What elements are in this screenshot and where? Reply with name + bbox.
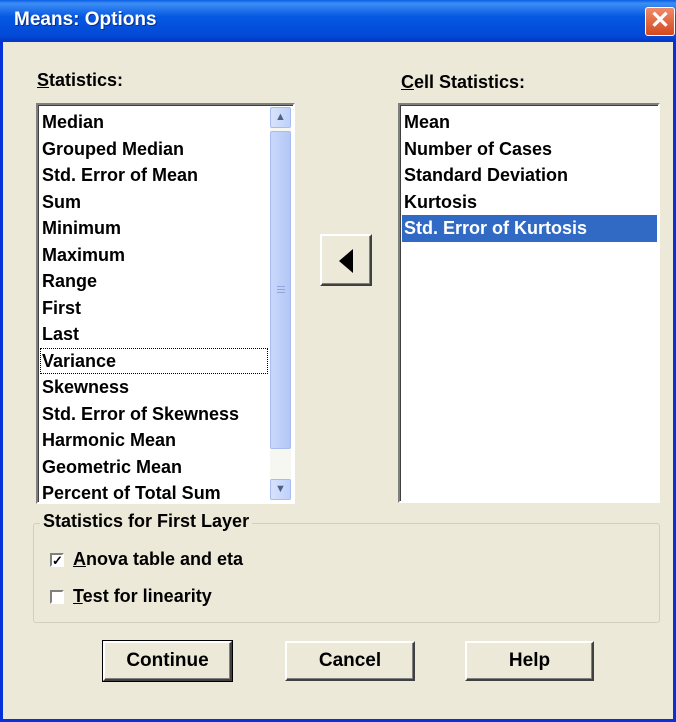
list-item[interactable]: Harmonic Mean <box>40 427 268 454</box>
group-legend: Statistics for First Layer <box>40 511 253 532</box>
anova-checkbox-row[interactable]: ✓ Anova table and eta <box>50 549 243 570</box>
list-item[interactable]: Minimum <box>40 215 268 242</box>
list-item[interactable]: Std. Error of Skewness <box>40 401 268 428</box>
chevron-up-icon: ▲ <box>275 111 286 123</box>
title-bar[interactable]: Means: Options ✕ <box>0 0 676 42</box>
list-item[interactable]: Range <box>40 268 268 295</box>
cell-statistics-label: Cell Statistics: <box>401 72 526 92</box>
list-item[interactable]: Maximum <box>40 242 268 269</box>
close-button[interactable]: ✕ <box>645 7 675 36</box>
list-item[interactable]: Last <box>40 321 268 348</box>
close-icon: ✕ <box>649 7 671 34</box>
cell-statistics-list[interactable]: Mean Number of Cases Standard Deviation … <box>398 103 660 503</box>
list-item-focused[interactable]: Variance <box>40 347 268 374</box>
list-item[interactable]: Std. Error of Mean <box>40 162 268 189</box>
list-item[interactable]: Standard Deviation <box>402 162 657 189</box>
cancel-button[interactable]: Cancel <box>285 641 415 681</box>
linearity-checkbox[interactable] <box>50 589 64 604</box>
list-item[interactable]: Median <box>40 109 268 136</box>
dialog-window: Means: Options ✕ Statistics: Median Grou… <box>0 0 676 722</box>
scroll-up-button[interactable]: ▲ <box>270 107 291 128</box>
continue-button[interactable]: Continue <box>102 640 233 682</box>
list-item[interactable]: Sum <box>40 189 268 216</box>
list-item[interactable]: Skewness <box>40 374 268 401</box>
statistics-list[interactable]: Median Grouped Median Std. Error of Mean… <box>36 103 295 504</box>
anova-label: Anova table and eta <box>73 549 244 569</box>
statistics-label: Statistics: <box>37 70 124 90</box>
list-item[interactable]: Number of Cases <box>402 136 657 163</box>
first-layer-group: Statistics for First Layer ✓ Anova table… <box>33 511 660 623</box>
list-item-selected[interactable]: Std. Error of Kurtosis <box>402 215 657 242</box>
list-item[interactable]: Geometric Mean <box>40 454 268 481</box>
vertical-scrollbar[interactable]: ▲ ▼ <box>270 107 291 500</box>
list-item[interactable]: Mean <box>402 109 657 136</box>
left-arrow-icon <box>339 249 353 273</box>
anova-checkbox[interactable]: ✓ <box>50 552 64 568</box>
list-item[interactable]: Grouped Median <box>40 136 268 163</box>
window-title: Means: Options <box>14 9 157 30</box>
list-item[interactable]: Kurtosis <box>402 189 657 216</box>
list-item[interactable]: First <box>40 295 268 322</box>
checkmark-icon: ✓ <box>52 552 63 568</box>
move-left-button[interactable] <box>320 234 372 286</box>
help-button[interactable]: Help <box>465 641 594 681</box>
linearity-checkbox-row[interactable]: Test for linearity <box>50 586 212 607</box>
list-item[interactable]: Percent of Total Sum <box>40 480 268 507</box>
chevron-down-icon: ▼ <box>275 483 286 495</box>
linearity-label: Test for linearity <box>73 586 212 606</box>
scroll-thumb[interactable] <box>270 131 291 449</box>
scroll-down-button[interactable]: ▼ <box>270 479 291 500</box>
